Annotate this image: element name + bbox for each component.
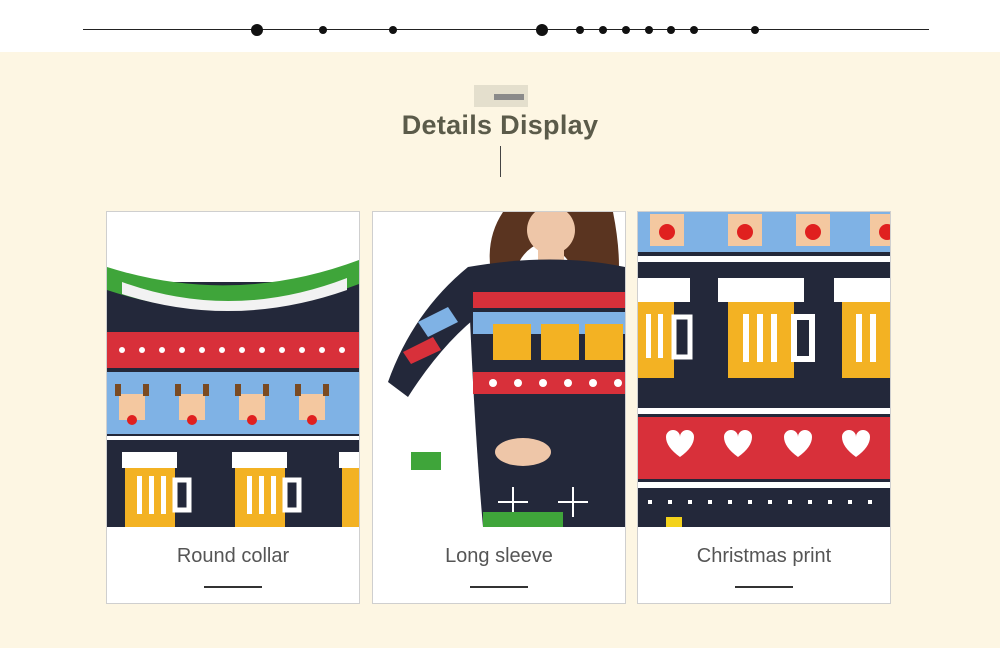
card-caption: Long sleeve bbox=[445, 545, 553, 567]
section-badge bbox=[474, 85, 528, 107]
caption-underline bbox=[470, 586, 528, 588]
card-caption: Christmas print bbox=[696, 545, 832, 567]
card-caption: Round collar bbox=[176, 545, 290, 567]
timeline-dot bbox=[251, 24, 263, 36]
caption-underline bbox=[204, 586, 262, 588]
detail-card-sleeve[interactable]: Long sleeve bbox=[372, 211, 626, 604]
detail-card-collar[interactable]: Round collar bbox=[106, 211, 360, 604]
timeline-dot bbox=[622, 26, 630, 34]
bottom-strip bbox=[0, 648, 1000, 661]
timeline-dot bbox=[751, 26, 759, 34]
timeline-dot bbox=[645, 26, 653, 34]
badge-bar bbox=[494, 94, 524, 100]
timeline-dot bbox=[667, 26, 675, 34]
model-photo bbox=[373, 212, 625, 527]
title-divider bbox=[500, 146, 501, 177]
print-photo bbox=[638, 212, 890, 527]
timeline-dot bbox=[319, 26, 327, 34]
timeline-dot bbox=[599, 26, 607, 34]
detail-card-print[interactable]: Christmas print bbox=[637, 211, 891, 604]
timeline-dot bbox=[536, 24, 548, 36]
timeline-line bbox=[83, 29, 929, 30]
top-strip bbox=[0, 0, 1000, 52]
timeline-dot bbox=[690, 26, 698, 34]
collar-photo bbox=[107, 212, 359, 527]
section-title: Details Display bbox=[401, 110, 599, 140]
timeline-dot bbox=[576, 26, 584, 34]
caption-underline bbox=[735, 586, 793, 588]
timeline-dot bbox=[389, 26, 397, 34]
